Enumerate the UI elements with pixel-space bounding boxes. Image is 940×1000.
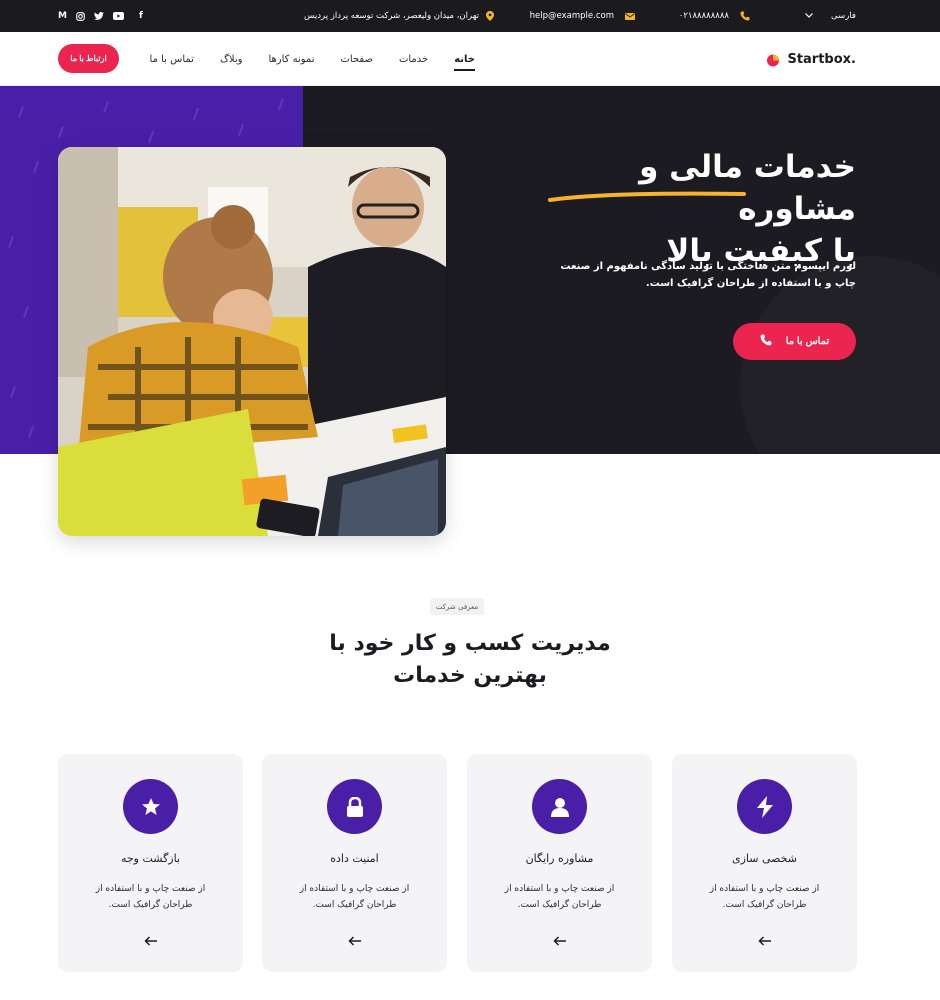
brand-name: Startbox. — [787, 51, 856, 67]
address-text: تهران، میدان ولیعصر، شرکت توسعه پرداز پر… — [304, 11, 479, 21]
star-icon — [123, 779, 178, 834]
brand[interactable]: Startbox. — [766, 32, 856, 86]
card-title: امنیت داده — [330, 852, 379, 865]
language-label: فارسی — [831, 11, 856, 21]
service-card[interactable]: شخصی سازی از صنعت چاپ و با استفاده از طر… — [672, 754, 857, 972]
phone-icon — [760, 334, 772, 349]
envelope-icon — [625, 12, 635, 20]
phone-icon — [740, 11, 750, 21]
main-header: ارتباط با ما خانه خدمات صفحات نمونه کاره… — [0, 32, 940, 86]
arrow-left-icon[interactable] — [757, 934, 773, 948]
instagram-icon[interactable] — [76, 11, 85, 21]
section-title-line2: بهترین خدمات — [393, 663, 547, 688]
nav-item-services[interactable]: خدمات — [386, 54, 441, 65]
service-card[interactable]: امنیت داده از صنعت چاپ و با استفاده از ط… — [262, 754, 447, 972]
twitter-icon[interactable] — [93, 11, 104, 21]
youtube-icon[interactable] — [112, 12, 124, 20]
arrow-left-icon[interactable] — [347, 934, 363, 948]
card-text: از صنعت چاپ و با استفاده از طراحان گرافی… — [95, 884, 206, 910]
email-text[interactable]: help@example.com — [530, 11, 614, 21]
nav-item-home[interactable]: خانه — [441, 54, 488, 71]
title-underline-decoration — [548, 191, 746, 202]
service-card[interactable]: مشاوره رایگان از صنعت چاپ و با استفاده ا… — [467, 754, 652, 972]
phone-text[interactable]: ۰۲۱۸۸۸۸۸۸۸۸ — [679, 11, 729, 21]
card-title: شخصی سازی — [731, 852, 797, 865]
social-links: M f — [58, 0, 143, 32]
nav-item-portfolio[interactable]: نمونه کارها — [255, 54, 327, 65]
main-nav: خانه خدمات صفحات نمونه کارها وبلاگ تماس … — [137, 32, 488, 86]
card-text: از صنعت چاپ و با استفاده از طراحان گرافی… — [709, 884, 820, 910]
lock-icon — [327, 779, 382, 834]
nav-item-contact[interactable]: تماس با ما — [137, 54, 207, 65]
bolt-icon — [737, 779, 792, 834]
phone-item[interactable]: ۰۲۱۸۸۸۸۸۸۸۸ — [679, 0, 750, 32]
logo-icon — [766, 52, 780, 67]
email-item[interactable]: help@example.com — [530, 0, 635, 32]
section-tag: معرفی شرکت — [430, 598, 484, 615]
arrow-left-icon[interactable] — [552, 934, 568, 948]
facebook-icon[interactable]: f — [139, 11, 143, 21]
location-pin-icon — [486, 11, 494, 21]
nav-item-blog[interactable]: وبلاگ — [207, 54, 256, 65]
hero-title: خدمات مالی و مشاوره با کیفیت بالا — [526, 146, 856, 272]
hero-description: لورم ایپسوم متن ساختگی با تولید سادگی نا… — [560, 261, 856, 289]
contact-cta-button[interactable]: ارتباط با ما — [58, 44, 119, 73]
card-title: بازگشت وجه — [120, 852, 181, 865]
hero-photo — [58, 147, 446, 536]
chevron-down-icon — [805, 11, 813, 21]
medium-icon[interactable]: M — [58, 11, 67, 21]
section-title-line1: مدیریت کسب و کار خود با — [329, 631, 611, 656]
card-text: از صنعت چاپ و با استفاده از طراحان گرافی… — [299, 884, 410, 910]
section-title: مدیریت کسب و کار خود با بهترین خدمات — [270, 628, 670, 692]
nav-item-pages[interactable]: صفحات — [328, 54, 386, 65]
card-title: مشاوره رایگان — [525, 852, 594, 865]
user-icon — [532, 779, 587, 834]
address-item: تهران، میدان ولیعصر، شرکت توسعه پرداز پر… — [304, 0, 494, 32]
arrow-left-icon[interactable] — [143, 934, 159, 948]
top-bar: M f تهران، میدان ولیعصر، شرکت توسعه پردا… — [0, 0, 940, 32]
hero-contact-button[interactable]: تماس با ما — [733, 323, 856, 360]
card-text: از صنعت چاپ و با استفاده از طراحان گرافی… — [504, 884, 615, 910]
hero-button-label: تماس با ما — [785, 336, 830, 347]
service-card[interactable]: بازگشت وجه از صنعت چاپ و با استفاده از ط… — [58, 754, 243, 972]
language-selector[interactable]: فارسی — [805, 0, 856, 32]
